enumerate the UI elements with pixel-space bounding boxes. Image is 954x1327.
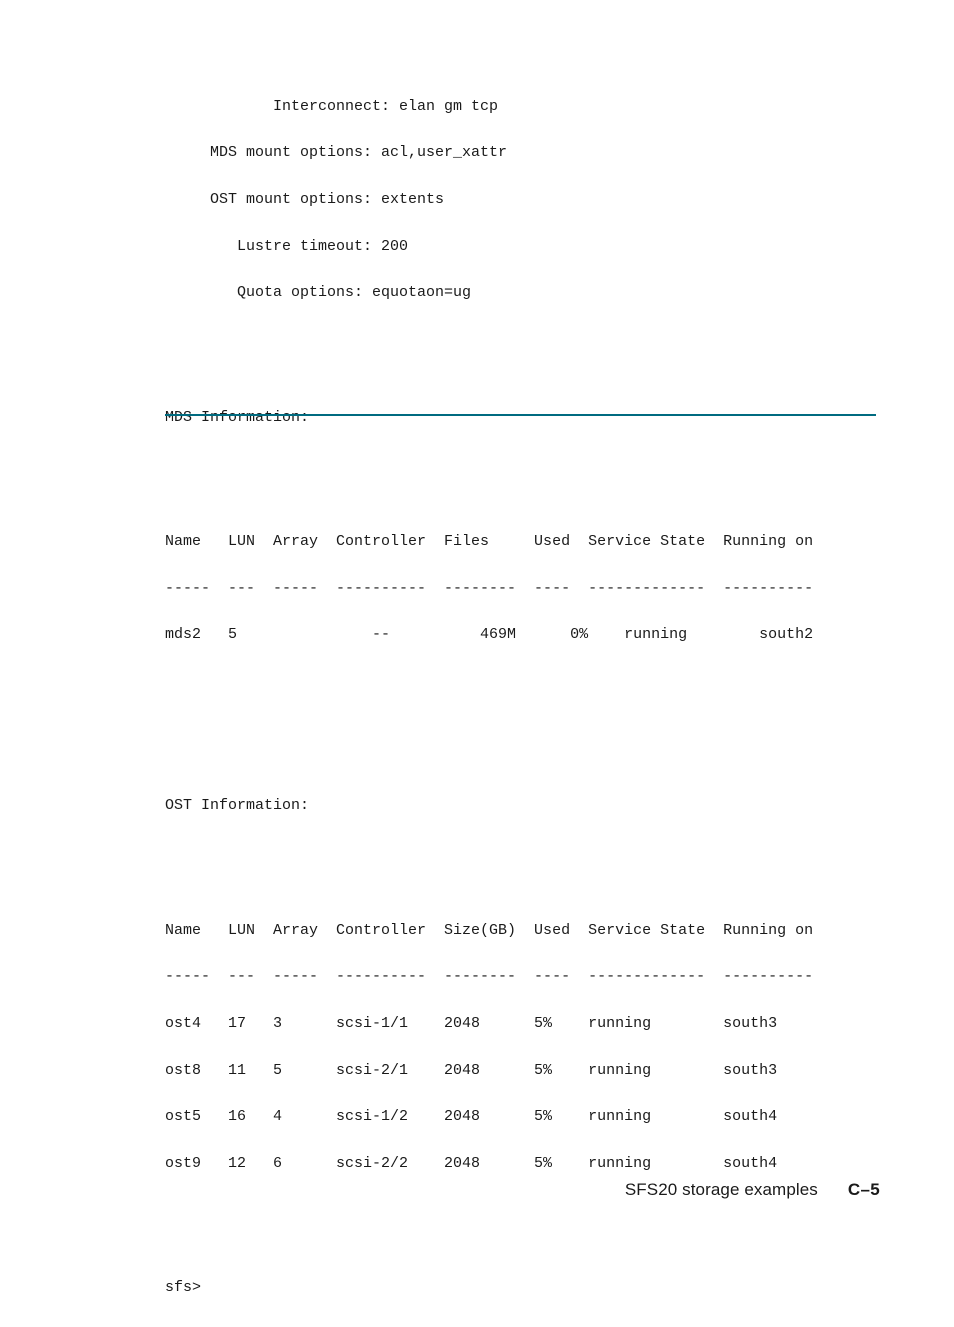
terminal-output-block: Interconnect: elan gm tcp MDS mount opti… bbox=[165, 52, 925, 1327]
summary-line-mds-mount-options: MDS mount options: acl,user_xattr bbox=[165, 144, 508, 162]
shell-prompt: sfs> bbox=[165, 1279, 202, 1297]
ost-information-heading: OST Information: bbox=[165, 797, 310, 815]
summary-line-quota-options: Quota options: equotaon=ug bbox=[165, 284, 472, 302]
ost-table-separator: ----- --- ----- ---------- -------- ----… bbox=[165, 968, 814, 986]
footer-page-number: C–5 bbox=[847, 1180, 880, 1199]
mds-table-header: Name LUN Array Controller Files Used Ser… bbox=[165, 532, 814, 550]
footer-title: SFS20 storage examples bbox=[624, 1180, 818, 1199]
ost-table-row: ost4 17 3 scsi-1/1 2048 5% running south… bbox=[165, 1014, 778, 1032]
mds-information-heading: MDS Information: bbox=[165, 408, 310, 426]
summary-line-ost-mount-options: OST mount options: extents bbox=[165, 190, 445, 208]
page-footer: SFS20 storage examples C–5 bbox=[625, 1180, 880, 1200]
section-divider-rule bbox=[165, 414, 876, 416]
ost-table-row: ost5 16 4 scsi-1/2 2048 5% running south… bbox=[165, 1108, 778, 1126]
mds-table-separator: ----- --- ----- ---------- -------- ----… bbox=[165, 579, 814, 597]
summary-line-interconnect: Interconnect: elan gm tcp bbox=[165, 97, 499, 115]
ost-table-header: Name LUN Array Controller Size(GB) Used … bbox=[165, 921, 814, 939]
mds-table-row: mds2 5 -- 469M 0% running south2 bbox=[165, 626, 814, 644]
ost-table-row: ost8 11 5 scsi-2/1 2048 5% running south… bbox=[165, 1061, 778, 1079]
summary-line-lustre-timeout: Lustre timeout: 200 bbox=[165, 237, 409, 255]
ost-table-row: ost9 12 6 scsi-2/2 2048 5% running south… bbox=[165, 1154, 778, 1172]
